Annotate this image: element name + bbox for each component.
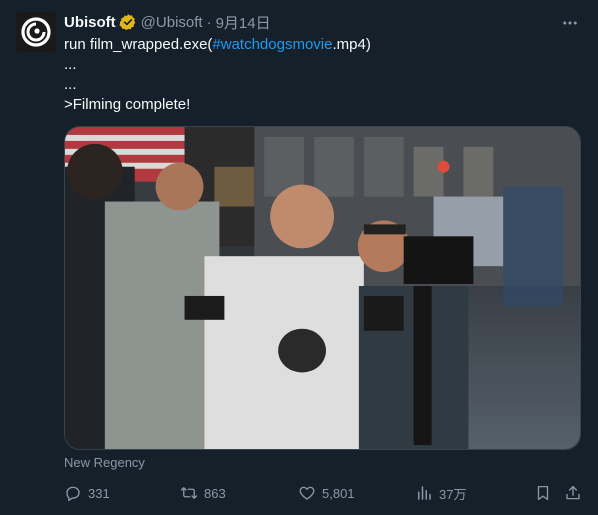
film-set-photo [65, 127, 580, 449]
tweet-line-1-prefix: run film_wrapped.exe( [64, 36, 213, 53]
photo-credit[interactable]: New Regency [64, 455, 145, 470]
tweet-line-4: >Filming complete! [64, 96, 191, 113]
bookmark-icon [537, 485, 549, 501]
tweet-date[interactable]: 9月14日 [216, 12, 271, 33]
hashtag-link[interactable]: #watchdogsmovie [212, 36, 332, 53]
retweet-button[interactable]: 863 [180, 484, 226, 502]
heart-icon [299, 486, 315, 500]
tweet-line-1: run film_wrapped.exe(#watchdogsmovie.mp4… [64, 35, 584, 55]
views-button[interactable]: 37万 [415, 484, 466, 503]
share-button[interactable] [564, 484, 588, 502]
analytics-bar-icon [418, 486, 431, 500]
separator-dot: · [206, 13, 212, 31]
ubisoft-logo-icon [16, 12, 56, 52]
avatar[interactable] [16, 12, 56, 52]
author-handle[interactable]: @Ubisoft [141, 14, 203, 31]
share-icon [566, 485, 580, 500]
tweet-header: Ubisoft @Ubisoft · 9月14日 [64, 12, 558, 32]
reply-icon [66, 486, 80, 502]
tweet-photo[interactable] [64, 126, 581, 450]
tweet-line-3: ... [64, 76, 77, 93]
action-bar: 331 863 5,801 37万 [64, 482, 584, 504]
more-horizontal-icon [563, 21, 577, 25]
bookmark-button[interactable] [534, 484, 558, 502]
like-count: 5,801 [322, 485, 355, 501]
verified-badge-icon [119, 13, 137, 31]
retweet-count: 863 [204, 485, 226, 501]
reply-button[interactable]: 331 [64, 484, 110, 502]
views-count: 37万 [439, 486, 467, 502]
more-options-button[interactable] [560, 13, 580, 33]
like-button[interactable]: 5,801 [298, 484, 355, 502]
author-name[interactable]: Ubisoft [64, 14, 116, 31]
tweet-text: run film_wrapped.exe(#watchdogsmovie.mp4… [64, 35, 584, 115]
tweet-line-1-suffix: .mp4) [332, 36, 371, 53]
reply-count: 331 [88, 485, 110, 501]
retweet-icon [180, 487, 198, 499]
tweet[interactable]: Ubisoft @Ubisoft · 9月14日 run film_wrappe… [0, 0, 598, 515]
tweet-line-2: ... [64, 56, 77, 73]
